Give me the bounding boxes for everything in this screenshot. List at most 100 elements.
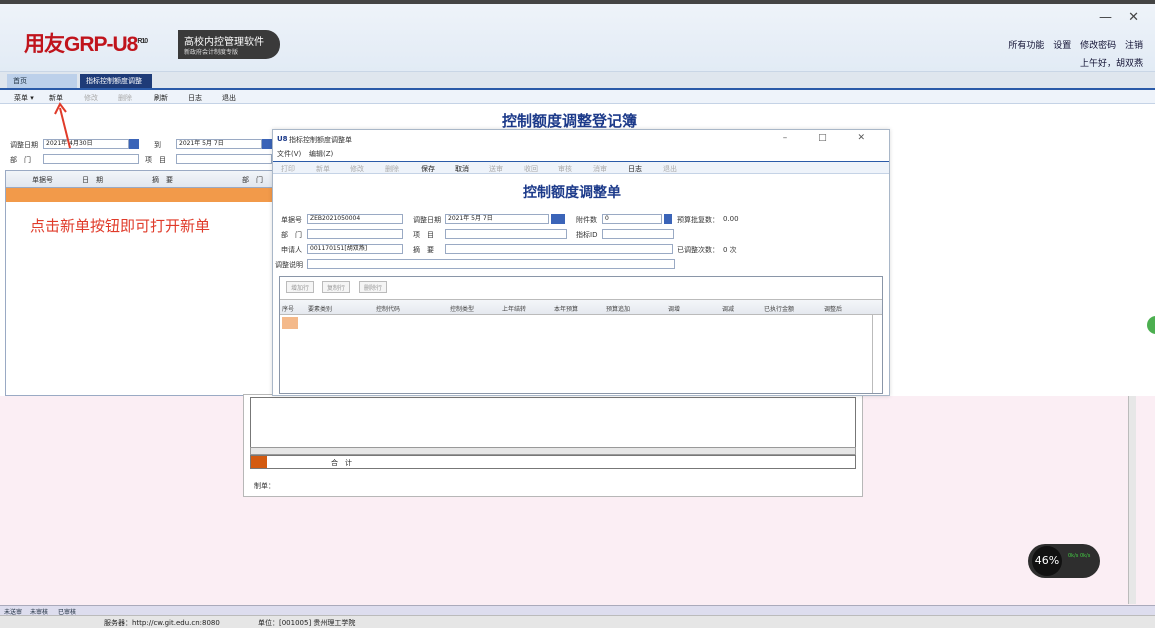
- link-logout[interactable]: 注销: [1125, 41, 1143, 51]
- col-after-adjust[interactable]: 调整后: [824, 304, 842, 313]
- grid-header: 单据号 日 期 摘 要 部 门: [6, 171, 276, 188]
- server-status: 服务器：http://cw.git.edu.cn:8080: [104, 619, 220, 627]
- indicator-field[interactable]: [602, 229, 674, 239]
- dept-field[interactable]: [307, 229, 403, 239]
- delete-row-button[interactable]: 删除行: [359, 281, 388, 293]
- stepper-icon[interactable]: [664, 214, 672, 224]
- link-all-functions[interactable]: 所有功能: [1008, 41, 1044, 51]
- col-date[interactable]: 日 期: [82, 175, 103, 185]
- product-subtitle: 新政府会计制度专版: [184, 49, 239, 56]
- hint-text: 点击新单按钮即可打开新单: [30, 217, 211, 235]
- status-bar: 服务器：http://cw.git.edu.cn:8080 单位：[001005…: [0, 615, 1155, 628]
- col-decrease[interactable]: 调减: [722, 304, 734, 313]
- submit-button[interactable]: 送审: [489, 164, 503, 174]
- exit-button[interactable]: 退出: [222, 93, 236, 103]
- table-row[interactable]: [6, 188, 276, 202]
- col-seq[interactable]: 序号: [282, 304, 294, 313]
- date-label: 调整日期: [413, 216, 441, 224]
- table-row[interactable]: [282, 317, 298, 329]
- summary-field[interactable]: [445, 244, 673, 254]
- col-increase[interactable]: 调增: [668, 304, 680, 313]
- col-doc-no[interactable]: 单据号: [32, 175, 53, 185]
- note-label: 调整说明: [275, 261, 303, 269]
- refresh-button[interactable]: 刷新: [154, 93, 168, 103]
- adjusted-label: 已调整次数：: [677, 246, 719, 254]
- modify-button[interactable]: 修改: [350, 164, 364, 174]
- date-label: 调整日期: [10, 141, 38, 149]
- page-title: 控制额度调整登记簿: [502, 112, 638, 130]
- dialog-heading: 控制额度调整单: [523, 185, 621, 201]
- withdraw-button[interactable]: 收回: [524, 164, 538, 174]
- calendar-icon[interactable]: [551, 214, 565, 224]
- vertical-scrollbar[interactable]: [1128, 396, 1136, 604]
- dept-label: 部 门: [10, 156, 31, 164]
- col-prior-carryover[interactable]: 上年结转: [502, 304, 526, 313]
- new-button[interactable]: 新单: [316, 164, 330, 174]
- tab-home[interactable]: 首页: [7, 74, 77, 88]
- tab-bar: 首页 指标控制额度调整: [0, 72, 1155, 88]
- date-to-input[interactable]: 2021年 5月 7日: [176, 139, 262, 149]
- logo-sup: R10: [137, 38, 148, 45]
- speed-percent: 46%: [1032, 546, 1062, 576]
- item-input[interactable]: [176, 154, 272, 164]
- menu-button[interactable]: 菜单 ▾: [14, 93, 34, 103]
- adjustment-dialog: U8 指标控制额度调整单 – □ ✕ 文件(V) 编辑(Z) 打印 新单 修改 …: [272, 129, 890, 396]
- dept-label: 部 门: [281, 231, 302, 239]
- greeting: 上午好，胡双燕: [1079, 59, 1143, 69]
- logo: 用友GRP-U8R10: [24, 28, 148, 58]
- calendar-icon[interactable]: [262, 139, 272, 149]
- dept-input[interactable]: [43, 154, 139, 164]
- side-widget-icon[interactable]: [1147, 316, 1155, 334]
- print-button[interactable]: 打印: [281, 164, 295, 174]
- save-button[interactable]: 保存: [421, 164, 435, 174]
- col-element-type[interactable]: 要素类别: [308, 304, 332, 313]
- attach-field[interactable]: 0: [602, 214, 662, 224]
- vertical-scrollbar[interactable]: [872, 315, 882, 393]
- doc-no-label: 单据号: [281, 216, 302, 224]
- item-label: 项 目: [413, 231, 434, 239]
- calendar-icon[interactable]: [129, 139, 139, 149]
- menu-edit[interactable]: 编辑(Z): [309, 149, 333, 159]
- link-settings[interactable]: 设置: [1053, 41, 1071, 51]
- add-row-button[interactable]: 增加行: [286, 281, 315, 293]
- horizontal-scrollbar[interactable]: [250, 447, 856, 455]
- tab-indicator-adjustment[interactable]: 指标控制额度调整: [80, 74, 152, 88]
- col-dept[interactable]: 部 门: [242, 175, 263, 185]
- speed-info: 0k/s 0k/s: [1068, 553, 1091, 559]
- background-dialog: 合 计 制单：: [243, 394, 863, 497]
- detail-table: 增加行 复制行 删除行 序号 要素类别 控制代码 控制类型 上年结转 本年预算 …: [279, 276, 883, 394]
- col-current-budget[interactable]: 本年预算: [554, 304, 578, 313]
- col-control-code[interactable]: 控制代码: [376, 304, 400, 313]
- link-change-password[interactable]: 修改密码: [1080, 41, 1116, 51]
- audit-button[interactable]: 审核: [558, 164, 572, 174]
- col-budget-addition[interactable]: 预算追加: [606, 304, 630, 313]
- col-control-type[interactable]: 控制类型: [450, 304, 474, 313]
- total-row-marker: [251, 456, 267, 468]
- copy-row-button[interactable]: 复制行: [322, 281, 351, 293]
- delete-button[interactable]: 删除: [385, 164, 399, 174]
- menu-file[interactable]: 文件(V): [277, 149, 301, 159]
- dialog-title: 指标控制额度调整单: [289, 136, 352, 144]
- item-label: 项 目: [145, 156, 166, 164]
- window-controls[interactable]: — ✕: [1099, 10, 1145, 25]
- log-button[interactable]: 日志: [628, 164, 642, 174]
- doc-no-field[interactable]: ZEB2021050004: [307, 214, 403, 224]
- col-executed[interactable]: 已执行金额: [764, 304, 794, 313]
- unaudit-button[interactable]: 消审: [593, 164, 607, 174]
- app-icon: U8: [277, 135, 288, 143]
- top-links: 所有功能 设置 修改密码 注销: [1002, 38, 1143, 51]
- product-badge: 高校内控管理软件 新政府会计制度专版: [178, 30, 280, 59]
- cancel-button[interactable]: 取消: [455, 164, 469, 174]
- item-field[interactable]: [445, 229, 567, 239]
- applicant-field[interactable]: 001170151[胡双燕]: [307, 244, 403, 254]
- date-field[interactable]: 2021年 5月 7日: [445, 214, 549, 224]
- log-button[interactable]: 日志: [188, 93, 202, 103]
- exit-button[interactable]: 退出: [663, 164, 677, 174]
- note-field[interactable]: [307, 259, 675, 269]
- unit-status: 单位：[001005] 贵州理工学院: [258, 619, 356, 627]
- app-header: 用友GRP-U8R10 高校内控管理软件 新政府会计制度专版 — ✕ 所有功能 …: [0, 4, 1155, 72]
- col-summary[interactable]: 摘 要: [152, 175, 173, 185]
- maker-label: 制单：: [254, 482, 275, 490]
- dialog-window-controls[interactable]: – □ ✕: [783, 133, 879, 143]
- delete-button[interactable]: 删除: [118, 93, 132, 103]
